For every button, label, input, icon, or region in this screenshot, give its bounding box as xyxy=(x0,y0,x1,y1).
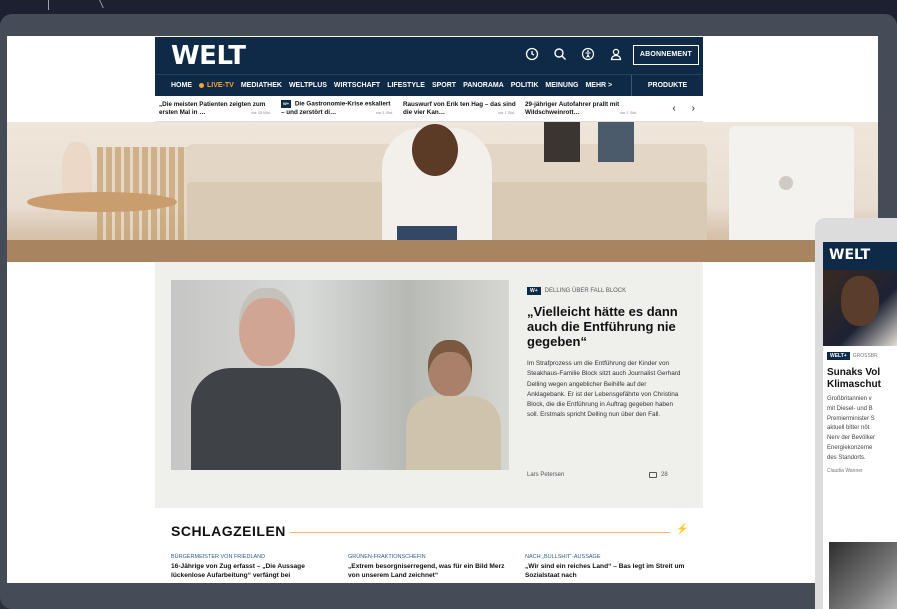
logo-bar: WELT ABONNEMENT xyxy=(155,37,703,74)
headline-title: „Wir sind ein reiches Land“ – Bas legt i… xyxy=(525,563,685,579)
teaser-kicker: DELLING ÜBER FALL BLOCK xyxy=(544,288,627,294)
subscribe-button[interactable]: ABONNEMENT xyxy=(632,45,699,65)
comment-count: 28 xyxy=(661,472,668,478)
nav-home[interactable]: HOME xyxy=(171,82,192,89)
photo-woman xyxy=(406,340,501,470)
teaser-author[interactable]: Lars Petersen xyxy=(527,472,564,478)
headline-kicker: BÜRGERMEISTER VON FRIEDLAND xyxy=(171,554,266,560)
mobile-kicker-row: WELT+ GROSSBR xyxy=(823,346,897,360)
teaser-description: Im Strafprozess um die Entführung der Ki… xyxy=(527,360,681,419)
welt-logo[interactable]: WELT xyxy=(171,41,246,71)
comments-link[interactable]: 28 xyxy=(649,472,668,478)
chevron-left-icon[interactable]: ‹ xyxy=(672,103,675,114)
teaser-headline[interactable]: „Vielleicht hätte es dann auch die Entfü… xyxy=(527,304,687,349)
lead-teaser[interactable]: W+ DELLING ÜBER FALL BLOCK „Vielleicht h… xyxy=(155,262,703,508)
nav-mehr[interactable]: MEHR > xyxy=(585,82,612,89)
weltplus-badge: WELT+ xyxy=(827,352,850,360)
header-icons xyxy=(525,47,623,61)
headline-title: 16-Jährige von Zug erfasst – „Die Aussag… xyxy=(171,563,305,579)
mobile-description: Großbritannien v mit Diesel- und B Premi… xyxy=(827,396,876,461)
nav-lifestyle[interactable]: LIFESTYLE xyxy=(387,82,425,89)
lightning-icon: ⚡ xyxy=(676,524,689,535)
ticker-time: vor 15 Min. xyxy=(251,109,271,115)
headline-title: „Extrem besorgniserregend, was für ein B… xyxy=(348,563,505,579)
teaser-photo[interactable] xyxy=(171,280,509,470)
photo-man xyxy=(191,288,341,470)
nav-meinung[interactable]: MEINUNG xyxy=(545,82,578,89)
ticker-text: Die Gastronomie-Krise eskaliert – und ze… xyxy=(281,100,391,116)
ticker-time: vor 1 Std. xyxy=(497,109,515,115)
ticker-arrows: ‹ › xyxy=(672,103,695,114)
mobile-preview: WELT WELT+ GROSSBR Sunaks Vol Klimaschut… xyxy=(815,218,897,609)
ticker-item[interactable]: „Die meisten Patienten zeigten zum erste… xyxy=(155,101,277,117)
nav-mediathek[interactable]: MEDIATHEK xyxy=(241,82,282,89)
clock-icon[interactable] xyxy=(525,47,539,61)
ticker-item[interactable]: Rauswurf von Erik ten Hag – das sind die… xyxy=(399,101,521,117)
weltplus-badge: W+ xyxy=(527,287,541,295)
hero-person-head xyxy=(412,124,458,176)
mobile-author: Claudia Wanner xyxy=(827,467,863,474)
ticker-time: vor 1 Std. xyxy=(375,109,393,115)
nav-wirtschaft[interactable]: WIRTSCHAFT xyxy=(334,82,380,89)
site-header: WELT ABONNEMENT HOME LIVE-TV MEDIATHEK W… xyxy=(155,37,703,122)
ticker-time: vor 1 Std. xyxy=(619,109,637,115)
mobile-screen: WELT WELT+ GROSSBR Sunaks Vol Klimaschut… xyxy=(823,242,897,609)
comment-icon xyxy=(649,472,657,478)
headline-kicker: NACH „BULLSHIT“-AUSSAGE xyxy=(525,554,601,560)
accessibility-icon[interactable] xyxy=(581,47,595,61)
news-ticker: „Die meisten Patienten zeigten zum erste… xyxy=(155,96,703,122)
user-icon[interactable] xyxy=(609,47,623,61)
hero-table xyxy=(27,192,177,212)
section-rule xyxy=(290,532,670,533)
mobile-thumbnail[interactable] xyxy=(829,542,897,609)
nav-produkte[interactable]: PRODUKTE xyxy=(631,75,703,96)
section-title: SCHLAGZEILEN xyxy=(171,523,286,539)
teaser-kicker-row: W+ DELLING ÜBER FALL BLOCK xyxy=(527,287,626,295)
hero-clothes xyxy=(544,122,664,162)
nav-panorama[interactable]: PANORAMA xyxy=(463,82,504,89)
schlagzeilen-section: SCHLAGZEILEN ⚡ BÜRGERMEISTER VON FRIEDLA… xyxy=(155,518,703,583)
headline-item[interactable]: NACH „BULLSHIT“-AUSSAGE „Wir sind ein re… xyxy=(525,554,690,580)
ticker-item[interactable]: 29-jähriger Autofahrer prallt mit Wildsc… xyxy=(521,101,643,117)
nav-sport[interactable]: SPORT xyxy=(432,82,456,89)
hero-floor xyxy=(7,240,878,262)
mobile-logo[interactable]: WELT xyxy=(823,242,897,270)
nav-politik[interactable]: POLITIK xyxy=(511,82,539,89)
hero-image[interactable] xyxy=(7,122,878,262)
ticker-text: „Die meisten Patienten zeigten zum erste… xyxy=(159,100,266,116)
decor-line xyxy=(97,0,163,8)
weltplus-badge: W+ xyxy=(281,100,292,109)
webpage-screenshot: WELT ABONNEMENT HOME LIVE-TV MEDIATHEK W… xyxy=(7,36,878,583)
mobile-kicker: GROSSBR xyxy=(852,353,878,359)
chevron-right-icon[interactable]: › xyxy=(692,103,695,114)
mobile-article-image[interactable] xyxy=(823,270,897,346)
headline-kicker: GRÜNEN-FRAKTIONSCHEFIN xyxy=(348,554,426,560)
ticker-item[interactable]: W+ Die Gastronomie-Krise eskaliert – und… xyxy=(277,100,399,117)
main-nav: HOME LIVE-TV MEDIATHEK WELTPLUS WIRTSCHA… xyxy=(155,74,703,96)
nav-live-tv[interactable]: LIVE-TV xyxy=(199,82,234,89)
headline-item[interactable]: GRÜNEN-FRAKTIONSCHEFIN „Extrem besorgnis… xyxy=(348,554,513,580)
headline-item[interactable]: BÜRGERMEISTER VON FRIEDLAND 16-Jährige v… xyxy=(171,554,336,580)
search-icon[interactable] xyxy=(553,47,567,61)
nav-weltplus[interactable]: WELTPLUS xyxy=(289,82,327,89)
ticker-text: 29-jähriger Autofahrer prallt mit Wildsc… xyxy=(525,100,620,116)
mobile-headline[interactable]: Sunaks Vol Klimaschut xyxy=(823,360,897,391)
